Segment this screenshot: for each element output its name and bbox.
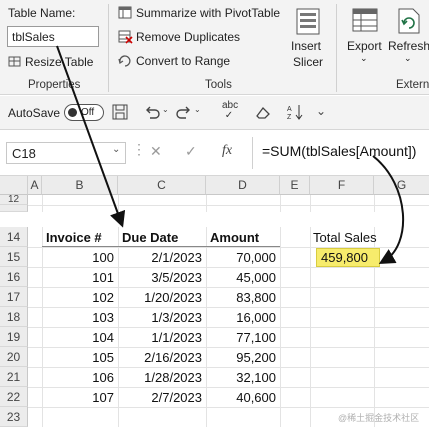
arrow-table-name-to-table	[56, 45, 126, 228]
watermark: @稀土掘金技术社区	[338, 413, 420, 423]
arrow-formula-to-total	[372, 155, 405, 264]
annotation-arrows	[56, 45, 405, 264]
